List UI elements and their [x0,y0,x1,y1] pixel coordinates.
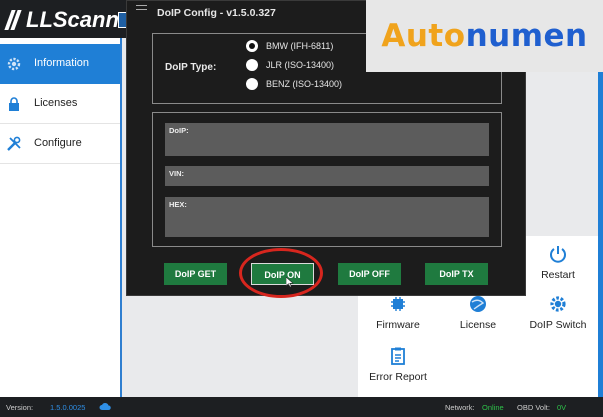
dialog-title: DoIP Config - v1.5.0.327 [157,7,276,19]
highlight-circle [239,248,323,298]
cloud-icon[interactable] [99,401,111,411]
restart-tile[interactable]: Restart [518,244,598,281]
radio-unselected-icon [246,59,258,71]
error-report-tile[interactable]: Error Report [358,346,438,383]
lock-icon [9,97,19,111]
radio-benz[interactable]: BENZ (ISO-13400) [246,78,342,90]
obd-volt-label: OBD Volt: [517,403,550,412]
doip-data-group: DoIP: VIN: HEX: [152,112,502,247]
doip-get-button[interactable]: DoIP GET [164,263,227,285]
radio-label: JLR (ISO-13400) [266,60,335,70]
clipboard-icon [391,347,405,365]
hex-field-label: HEX: [169,200,187,209]
network-label: Network: [445,403,475,412]
doip-type-label: DoIP Type: [165,62,217,73]
gear-icon [7,57,21,71]
sidebar-item-configure[interactable]: Configure [0,124,120,164]
sidebar: Information Licenses Configure [0,38,122,397]
power-icon [550,246,566,263]
tools-icon [7,136,21,151]
license-label: License [459,319,497,331]
doip-switch-tile[interactable]: DoIP Switch [518,294,598,331]
sidebar-item-label: Licenses [34,97,78,109]
chip-icon [391,297,405,311]
radio-bmw[interactable]: BMW (IFH-6811) [246,40,333,52]
restart-label: Restart [541,269,575,281]
error-report-label: Error Report [369,371,427,383]
radio-jlr[interactable]: JLR (ISO-13400) [246,59,334,71]
doip-field[interactable]: DoIP: [165,123,489,156]
radio-unselected-icon [246,78,258,90]
menu-icon[interactable] [136,5,147,14]
version-value: 1.5.0.0025 [50,403,86,412]
sidebar-item-label: Information [34,57,90,69]
license-tile[interactable]: License [438,294,518,331]
doip-tx-button[interactable]: DoIP TX [425,263,488,285]
obd-volt-value: 0V [557,403,567,412]
globe-icon [470,296,486,312]
doip-switch-label: DoIP Switch [529,319,587,331]
gear-icon [550,296,566,312]
sidebar-item-licenses[interactable]: Licenses [0,84,120,124]
vin-field[interactable]: VIN: [165,166,489,186]
radio-selected-icon [246,40,258,52]
firmware-tile[interactable]: Firmware [358,294,438,331]
mouse-cursor-icon [286,277,294,287]
autonumen-watermark: Auto numen [366,0,603,72]
sidebar-item-information[interactable]: Information [0,44,120,84]
doip-field-label: DoIP: [169,126,189,135]
hex-field[interactable]: HEX: [165,197,489,237]
radio-label: BMW (IFH-6811) [266,41,334,51]
vin-field-label: VIN: [169,169,184,178]
version-label: Version: [6,403,34,412]
firmware-label: Firmware [376,319,420,331]
watermark-part-numen: numen [465,18,588,54]
network-value: Online [482,403,504,412]
watermark-part-auto: Auto [381,18,466,54]
radio-label: BENZ (ISO-13400) [266,79,343,89]
doip-off-button[interactable]: DoIP OFF [338,263,401,285]
sidebar-item-label: Configure [34,137,82,149]
logo-bars-icon [4,10,24,30]
status-bar: Version: 1.5.0.0025 Network: Online OBD … [0,397,603,417]
right-accent-strip [598,38,603,397]
